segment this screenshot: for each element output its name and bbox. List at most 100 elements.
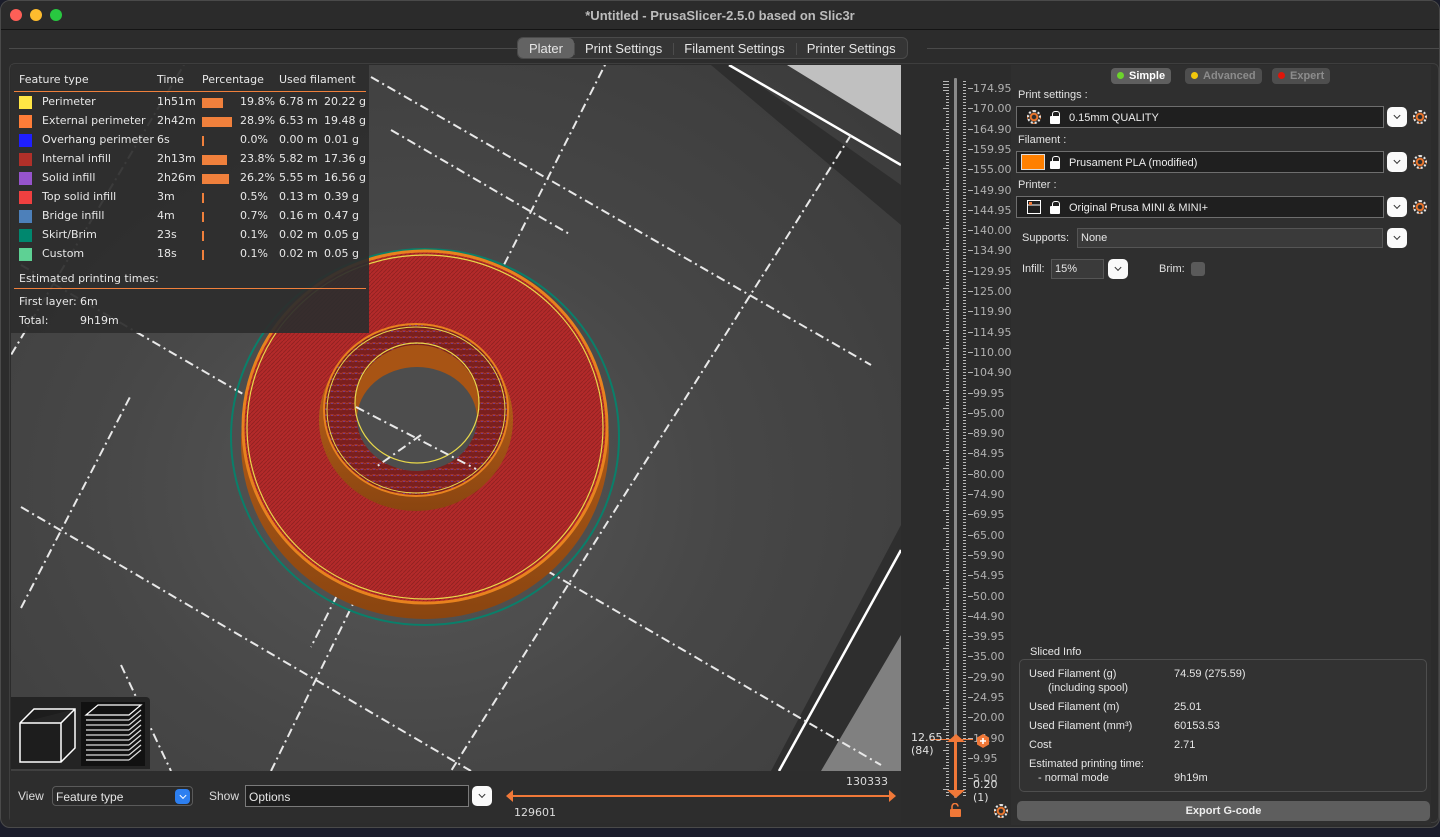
printer-value: Original Prusa MINI & MINI+ <box>1069 202 1209 214</box>
layer-tick-mark <box>946 627 949 628</box>
layer-tick-mark <box>963 333 966 334</box>
tab-filament-settings[interactable]: Filament Settings <box>673 38 795 58</box>
layer-height-tick-label: 125.00 <box>968 285 1012 298</box>
printer-dropdown-button[interactable] <box>1387 197 1407 217</box>
supports-dropdown-button[interactable] <box>1387 228 1407 248</box>
legend-color-swatch[interactable] <box>19 134 32 147</box>
filament-edit-gear-icon[interactable] <box>1413 155 1427 169</box>
layer-tick-mark <box>946 261 949 262</box>
sliced-info-label: Used Filament (g) <box>1029 668 1117 680</box>
legend-row: Perimeter 1h51m 19.8% 6.78 m 20.22 g <box>11 93 369 112</box>
filament-combo[interactable]: Prusament PLA (modified) <box>1016 151 1384 173</box>
legend-feature-weight: 16.56 g <box>324 171 366 184</box>
upper-layer-number: (84) <box>911 744 934 757</box>
advanced-mode-dot-icon <box>1191 72 1198 79</box>
legend-color-swatch[interactable] <box>19 172 32 185</box>
printer-edit-gear-icon[interactable] <box>1413 200 1427 214</box>
print-settings-dropdown-button[interactable] <box>1387 107 1407 127</box>
mode-simple-button[interactable]: Simple <box>1111 68 1172 84</box>
layer-tick-mark <box>963 219 966 220</box>
layer-tick-mark <box>943 450 949 451</box>
layer-tick-mark <box>963 570 966 571</box>
mode-advanced-button[interactable]: Advanced <box>1185 68 1262 84</box>
layer-tick-mark <box>943 648 949 649</box>
legend-percentage-bar <box>202 174 230 184</box>
add-color-change-icon[interactable] <box>976 734 990 748</box>
layer-tick-mark <box>963 771 966 772</box>
layer-tick-mark <box>946 441 949 442</box>
infill-dropdown-button[interactable] <box>1108 259 1128 279</box>
show-options-dropdown-button[interactable] <box>472 786 492 806</box>
layer-tick-mark <box>963 588 966 589</box>
layer-tick-mark <box>963 210 966 211</box>
layer-tick-mark <box>946 363 949 364</box>
preview-view-button[interactable] <box>81 702 145 766</box>
layer-tick-mark <box>963 567 966 568</box>
sliced-info-label: Estimated printing time: <box>1029 758 1144 770</box>
layer-tick-mark <box>963 330 966 331</box>
legend-color-swatch[interactable] <box>19 229 32 242</box>
print-settings-combo[interactable]: 0.15mm QUALITY <box>1016 106 1384 128</box>
layer-tick-mark <box>946 387 949 388</box>
legend-color-swatch[interactable] <box>19 96 32 109</box>
layer-tick-mark <box>946 612 949 613</box>
sliced-info-value: 60153.53 <box>1174 720 1220 732</box>
mode-expert-button[interactable]: Expert <box>1272 68 1331 84</box>
layer-slider-upper-handle[interactable] <box>946 732 966 744</box>
layer-tick-mark <box>963 315 966 316</box>
layer-tick-mark <box>946 219 949 220</box>
layer-tick-mark <box>946 564 949 565</box>
layer-tick-mark <box>946 132 949 133</box>
layer-tick-mark <box>943 750 949 751</box>
layer-tick-mark <box>946 444 949 445</box>
legend-color-swatch[interactable] <box>19 115 32 128</box>
layer-slider-settings-gear-icon[interactable] <box>994 804 1008 818</box>
legend-percentage-bar <box>202 136 204 146</box>
printer-combo[interactable]: Original Prusa MINI & MINI+ <box>1016 196 1384 218</box>
horizontal-slider-lower-handle[interactable] <box>506 790 513 802</box>
layer-tick-mark <box>963 213 966 214</box>
layer-tick-mark <box>943 288 949 289</box>
layer-tick-mark <box>946 606 949 607</box>
layer-tick-mark <box>946 195 949 196</box>
horizontal-slider-upper-handle[interactable] <box>889 790 896 802</box>
layer-tick-mark <box>963 168 966 169</box>
layer-tick-mark <box>946 411 949 412</box>
layer-tick-mark <box>943 168 949 169</box>
layer-tick-mark <box>963 345 966 346</box>
view-type-select[interactable]: Feature type <box>52 786 193 806</box>
layer-tick-mark <box>946 255 949 256</box>
legend-feature-length: 0.02 m <box>279 228 318 241</box>
print-settings-edit-gear-icon[interactable] <box>1413 110 1427 124</box>
legend-color-swatch[interactable] <box>19 191 32 204</box>
tab-plater[interactable]: Plater <box>518 38 574 58</box>
legend-feature-percentage: 28.9% <box>240 114 275 127</box>
layer-height-tick-label: 89.90 <box>968 427 1005 441</box>
legend-color-swatch[interactable] <box>19 210 32 223</box>
unlock-icon[interactable] <box>949 803 963 818</box>
legend-color-swatch[interactable] <box>19 248 32 261</box>
supports-select[interactable]: None <box>1077 228 1383 248</box>
layer-slider-lower-handle[interactable] <box>946 788 966 800</box>
legend-percentage-bar <box>202 155 227 165</box>
infill-select[interactable]: 15% <box>1051 259 1104 279</box>
tab-printer-settings[interactable]: Printer Settings <box>795 38 907 58</box>
layer-tick-mark <box>963 474 966 475</box>
filament-color-swatch[interactable] <box>1021 154 1045 170</box>
horizontal-move-slider[interactable] <box>506 790 896 802</box>
show-options-select[interactable]: Options <box>245 785 469 807</box>
layer-tick-mark <box>946 693 949 694</box>
legend-color-swatch[interactable] <box>19 153 32 166</box>
layer-tick-mark <box>946 396 949 397</box>
filament-dropdown-button[interactable] <box>1387 152 1407 172</box>
export-gcode-button[interactable]: Export G-code <box>1017 801 1430 821</box>
layer-tick-mark <box>946 156 949 157</box>
brim-checkbox[interactable] <box>1191 262 1205 276</box>
legend-feature-length: 0.02 m <box>279 247 318 260</box>
layer-slider-track[interactable] <box>954 78 957 798</box>
layer-tick-mark <box>943 90 949 91</box>
tab-print-settings[interactable]: Print Settings <box>573 38 673 58</box>
layer-tick-mark <box>946 567 949 568</box>
layer-tick-mark <box>963 747 966 748</box>
3d-view-icon[interactable] <box>17 703 77 763</box>
